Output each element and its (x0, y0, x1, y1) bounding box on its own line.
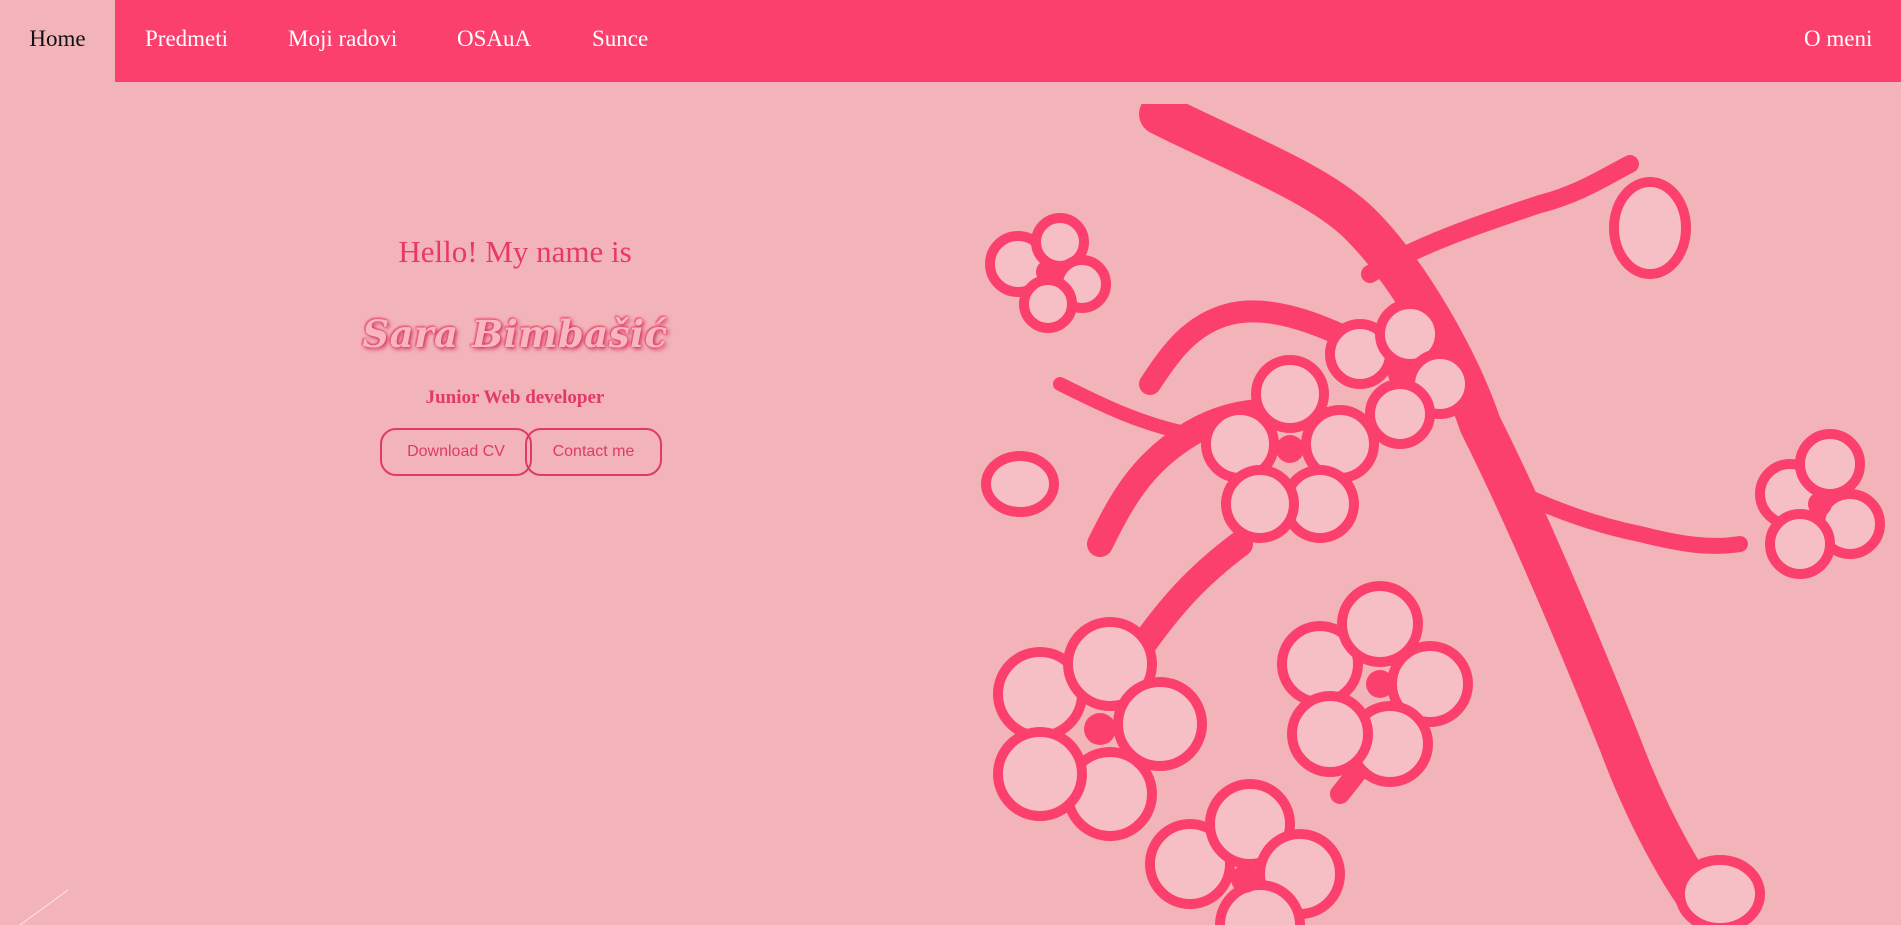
nav-moji-radovi[interactable]: Moji radovi (288, 0, 397, 82)
top-navbar: Home Predmeti Moji radovi OSAuA Sunce O … (0, 0, 1901, 82)
role-subtitle: Junior Web developer (425, 387, 605, 408)
nav-sunce[interactable]: Sunce (592, 0, 648, 82)
decorative-line (19, 889, 69, 925)
nav-home[interactable]: Home (0, 0, 115, 82)
nav-osaua[interactable]: OSAuA (457, 0, 531, 82)
cherry-blossom-icon (981, 104, 1885, 925)
contact-me-button[interactable]: Contact me (525, 428, 662, 476)
nav-predmeti[interactable]: Predmeti (145, 0, 228, 82)
nav-o-meni[interactable]: O meni (1804, 0, 1872, 82)
name-heading: Sara Bimbašić (362, 312, 668, 356)
greeting-text: Hello! My name is (398, 234, 632, 269)
download-cv-button[interactable]: Download CV (380, 428, 532, 476)
